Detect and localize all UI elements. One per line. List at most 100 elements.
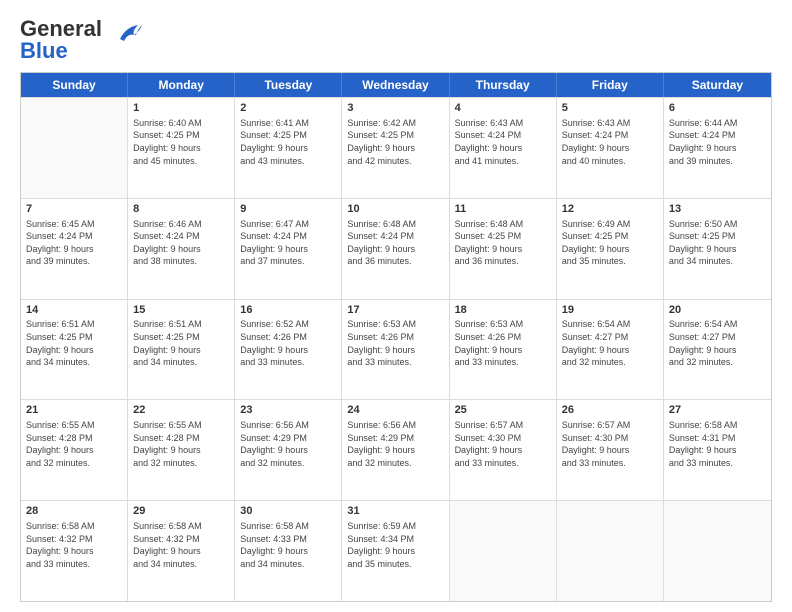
calendar-row-2: 7Sunrise: 6:45 AMSunset: 4:24 PMDaylight… <box>21 198 771 299</box>
day-info: Sunrise: 6:55 AMSunset: 4:28 PMDaylight:… <box>26 419 122 469</box>
page-header: General Blue <box>20 18 772 62</box>
day-number: 3 <box>347 101 443 116</box>
day-number: 18 <box>455 303 551 318</box>
calendar-day-3: 3Sunrise: 6:42 AMSunset: 4:25 PMDaylight… <box>342 98 449 198</box>
weekday-header-saturday: Saturday <box>664 73 771 97</box>
day-info: Sunrise: 6:44 AMSunset: 4:24 PMDaylight:… <box>669 117 766 167</box>
day-info: Sunrise: 6:56 AMSunset: 4:29 PMDaylight:… <box>347 419 443 469</box>
day-info: Sunrise: 6:58 AMSunset: 4:33 PMDaylight:… <box>240 520 336 570</box>
day-number: 7 <box>26 202 122 217</box>
calendar-day-18: 18Sunrise: 6:53 AMSunset: 4:26 PMDayligh… <box>450 300 557 400</box>
day-number: 21 <box>26 403 122 418</box>
day-number: 30 <box>240 504 336 519</box>
day-number: 26 <box>562 403 658 418</box>
calendar-day-29: 29Sunrise: 6:58 AMSunset: 4:32 PMDayligh… <box>128 501 235 601</box>
day-info: Sunrise: 6:53 AMSunset: 4:26 PMDaylight:… <box>455 318 551 368</box>
calendar-day-14: 14Sunrise: 6:51 AMSunset: 4:25 PMDayligh… <box>21 300 128 400</box>
calendar-day-16: 16Sunrise: 6:52 AMSunset: 4:26 PMDayligh… <box>235 300 342 400</box>
calendar-row-1: 1Sunrise: 6:40 AMSunset: 4:25 PMDaylight… <box>21 97 771 198</box>
weekday-header-sunday: Sunday <box>21 73 128 97</box>
calendar-day-5: 5Sunrise: 6:43 AMSunset: 4:24 PMDaylight… <box>557 98 664 198</box>
day-info: Sunrise: 6:43 AMSunset: 4:24 PMDaylight:… <box>562 117 658 167</box>
calendar-header: SundayMondayTuesdayWednesdayThursdayFrid… <box>21 73 771 97</box>
day-number: 24 <box>347 403 443 418</box>
day-info: Sunrise: 6:50 AMSunset: 4:25 PMDaylight:… <box>669 218 766 268</box>
day-number: 20 <box>669 303 766 318</box>
day-number: 10 <box>347 202 443 217</box>
calendar-day-26: 26Sunrise: 6:57 AMSunset: 4:30 PMDayligh… <box>557 400 664 500</box>
day-number: 1 <box>133 101 229 116</box>
calendar-day-8: 8Sunrise: 6:46 AMSunset: 4:24 PMDaylight… <box>128 199 235 299</box>
day-number: 27 <box>669 403 766 418</box>
day-number: 29 <box>133 504 229 519</box>
day-number: 25 <box>455 403 551 418</box>
calendar-day-13: 13Sunrise: 6:50 AMSunset: 4:25 PMDayligh… <box>664 199 771 299</box>
weekday-header-thursday: Thursday <box>450 73 557 97</box>
day-number: 14 <box>26 303 122 318</box>
calendar-day-21: 21Sunrise: 6:55 AMSunset: 4:28 PMDayligh… <box>21 400 128 500</box>
day-info: Sunrise: 6:53 AMSunset: 4:26 PMDaylight:… <box>347 318 443 368</box>
calendar-day-9: 9Sunrise: 6:47 AMSunset: 4:24 PMDaylight… <box>235 199 342 299</box>
day-number: 19 <box>562 303 658 318</box>
day-info: Sunrise: 6:48 AMSunset: 4:24 PMDaylight:… <box>347 218 443 268</box>
calendar-day-20: 20Sunrise: 6:54 AMSunset: 4:27 PMDayligh… <box>664 300 771 400</box>
day-number: 17 <box>347 303 443 318</box>
weekday-header-wednesday: Wednesday <box>342 73 449 97</box>
calendar-day-7: 7Sunrise: 6:45 AMSunset: 4:24 PMDaylight… <box>21 199 128 299</box>
calendar-day-31: 31Sunrise: 6:59 AMSunset: 4:34 PMDayligh… <box>342 501 449 601</box>
day-number: 16 <box>240 303 336 318</box>
day-info: Sunrise: 6:47 AMSunset: 4:24 PMDaylight:… <box>240 218 336 268</box>
calendar-day-2: 2Sunrise: 6:41 AMSunset: 4:25 PMDaylight… <box>235 98 342 198</box>
day-number: 2 <box>240 101 336 116</box>
calendar-day-23: 23Sunrise: 6:56 AMSunset: 4:29 PMDayligh… <box>235 400 342 500</box>
day-number: 13 <box>669 202 766 217</box>
calendar-day-10: 10Sunrise: 6:48 AMSunset: 4:24 PMDayligh… <box>342 199 449 299</box>
calendar-day-4: 4Sunrise: 6:43 AMSunset: 4:24 PMDaylight… <box>450 98 557 198</box>
calendar-day-19: 19Sunrise: 6:54 AMSunset: 4:27 PMDayligh… <box>557 300 664 400</box>
day-info: Sunrise: 6:58 AMSunset: 4:32 PMDaylight:… <box>26 520 122 570</box>
day-info: Sunrise: 6:51 AMSunset: 4:25 PMDaylight:… <box>133 318 229 368</box>
day-info: Sunrise: 6:45 AMSunset: 4:24 PMDaylight:… <box>26 218 122 268</box>
day-info: Sunrise: 6:40 AMSunset: 4:25 PMDaylight:… <box>133 117 229 167</box>
day-number: 11 <box>455 202 551 217</box>
day-info: Sunrise: 6:54 AMSunset: 4:27 PMDaylight:… <box>562 318 658 368</box>
day-info: Sunrise: 6:48 AMSunset: 4:25 PMDaylight:… <box>455 218 551 268</box>
day-info: Sunrise: 6:59 AMSunset: 4:34 PMDaylight:… <box>347 520 443 570</box>
day-info: Sunrise: 6:42 AMSunset: 4:25 PMDaylight:… <box>347 117 443 167</box>
day-info: Sunrise: 6:58 AMSunset: 4:31 PMDaylight:… <box>669 419 766 469</box>
day-number: 22 <box>133 403 229 418</box>
calendar-row-5: 28Sunrise: 6:58 AMSunset: 4:32 PMDayligh… <box>21 500 771 601</box>
calendar-day-empty <box>557 501 664 601</box>
day-number: 4 <box>455 101 551 116</box>
calendar-day-27: 27Sunrise: 6:58 AMSunset: 4:31 PMDayligh… <box>664 400 771 500</box>
day-info: Sunrise: 6:41 AMSunset: 4:25 PMDaylight:… <box>240 117 336 167</box>
day-info: Sunrise: 6:58 AMSunset: 4:32 PMDaylight:… <box>133 520 229 570</box>
calendar-day-empty <box>664 501 771 601</box>
logo-text: General Blue <box>20 18 102 62</box>
calendar-day-11: 11Sunrise: 6:48 AMSunset: 4:25 PMDayligh… <box>450 199 557 299</box>
day-info: Sunrise: 6:43 AMSunset: 4:24 PMDaylight:… <box>455 117 551 167</box>
day-info: Sunrise: 6:56 AMSunset: 4:29 PMDaylight:… <box>240 419 336 469</box>
weekday-header-monday: Monday <box>128 73 235 97</box>
day-number: 5 <box>562 101 658 116</box>
day-number: 23 <box>240 403 336 418</box>
logo: General Blue <box>20 18 142 62</box>
day-info: Sunrise: 6:55 AMSunset: 4:28 PMDaylight:… <box>133 419 229 469</box>
calendar-day-17: 17Sunrise: 6:53 AMSunset: 4:26 PMDayligh… <box>342 300 449 400</box>
weekday-header-tuesday: Tuesday <box>235 73 342 97</box>
day-number: 28 <box>26 504 122 519</box>
calendar-day-empty <box>450 501 557 601</box>
calendar-row-3: 14 Sunrise: 6:51 AMSunset: 4:25 PMDayligh… <box>21 299 771 400</box>
calendar-day-15: 15Sunrise: 6:51 AMSunset: 4:25 PMDayligh… <box>128 300 235 400</box>
weekday-header-friday: Friday <box>557 73 664 97</box>
day-number: 6 <box>669 101 766 116</box>
calendar-day-22: 22Sunrise: 6:55 AMSunset: 4:28 PMDayligh… <box>128 400 235 500</box>
day-number: 12 <box>562 202 658 217</box>
day-info: Sunrise: 6:57 AMSunset: 4:30 PMDaylight:… <box>455 419 551 469</box>
calendar-day-25: 25Sunrise: 6:57 AMSunset: 4:30 PMDayligh… <box>450 400 557 500</box>
day-number: 15 <box>133 303 229 318</box>
calendar-day-24: 24Sunrise: 6:56 AMSunset: 4:29 PMDayligh… <box>342 400 449 500</box>
day-number: 8 <box>133 202 229 217</box>
calendar-day-30: 30Sunrise: 6:58 AMSunset: 4:33 PMDayligh… <box>235 501 342 601</box>
day-info: Sunrise: 6:57 AMSunset: 4:30 PMDaylight:… <box>562 419 658 469</box>
